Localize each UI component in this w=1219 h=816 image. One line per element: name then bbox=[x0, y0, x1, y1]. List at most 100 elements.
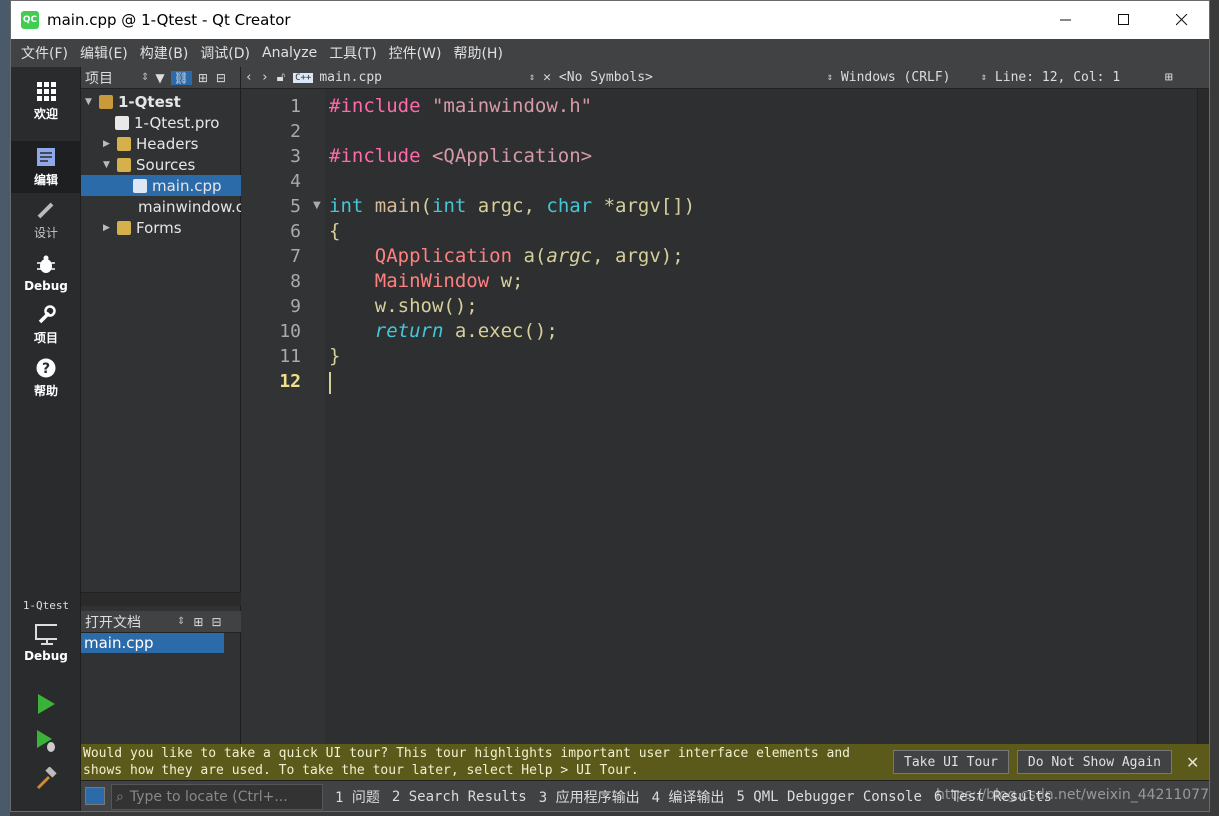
line-number: 11 bbox=[279, 346, 301, 367]
text-cursor bbox=[329, 372, 331, 394]
close-document-icon[interactable]: ✕ bbox=[539, 67, 555, 89]
tree-item-label: 1-Qtest bbox=[118, 92, 181, 111]
mode-help[interactable]: ? 帮助 bbox=[11, 352, 81, 404]
close-button[interactable] bbox=[1153, 1, 1209, 39]
pencil-icon bbox=[35, 199, 57, 221]
build-button[interactable] bbox=[11, 757, 81, 801]
tree-item-pro-file[interactable]: 1-Qtest.pro bbox=[81, 112, 241, 133]
mode-debug-label: Debug bbox=[24, 278, 68, 293]
code-editor[interactable]: #include "mainwindow.h" #include <QAppli… bbox=[325, 89, 1197, 744]
tree-item-label: 1-Qtest.pro bbox=[134, 113, 220, 132]
kit-selector[interactable]: Debug bbox=[11, 617, 81, 669]
output-tab-issues[interactable]: 1 问题 bbox=[335, 787, 380, 807]
output-tab-search-results[interactable]: 2 Search Results bbox=[392, 789, 527, 805]
cursor-position[interactable]: Line: 12, Col: 1 bbox=[991, 67, 1161, 89]
link-icon[interactable]: ⛓ bbox=[170, 70, 192, 85]
tree-item-label: Forms bbox=[136, 218, 182, 237]
do-not-show-again-button[interactable]: Do Not Show Again bbox=[1016, 750, 1172, 774]
code-line-10: return a.exec(); bbox=[329, 320, 558, 342]
project-tree: ▼ 1-Qtest 1-Qtest.pro ▶ Headers ▼ Source… bbox=[81, 89, 241, 594]
code-line-11: } bbox=[329, 345, 340, 367]
open-docs-title[interactable]: 打开文档 bbox=[81, 612, 177, 632]
infobar-close-icon[interactable]: ✕ bbox=[1186, 753, 1199, 772]
split-icon[interactable]: ⊞ bbox=[198, 71, 208, 85]
tree-item-main-cpp[interactable]: main.cpp bbox=[81, 175, 241, 196]
tree-item-headers[interactable]: ▶ Headers bbox=[81, 133, 241, 154]
line-number-gutter: 1 2 3 4 5 ▼ 6 7 8 9 10 11 12 bbox=[241, 89, 325, 744]
close-panel-icon[interactable]: ⊟ bbox=[211, 615, 221, 629]
fold-arrow-icon[interactable]: ▼ bbox=[313, 200, 321, 211]
menu-file[interactable]: 文件(F) bbox=[15, 43, 74, 63]
symbols-selector[interactable]: <No Symbols> ⇕ bbox=[555, 67, 837, 89]
mode-selector: 欢迎 编辑 设计 Debug 项目 ? 帮助 1-Qtest Debug bbox=[11, 67, 81, 811]
project-panel: 项目 ⇕ ▼ ⛓ ⊞ ⊟ ▼ 1-Qtest 1-Qtest.pro ▶ Hea… bbox=[81, 67, 241, 811]
mode-design[interactable]: 设计 bbox=[11, 194, 81, 246]
tree-item-sources[interactable]: ▼ Sources bbox=[81, 154, 241, 175]
menu-tools[interactable]: 工具(T) bbox=[323, 43, 382, 63]
title-bar: QC main.cpp @ 1-Qtest - Qt Creator bbox=[11, 1, 1209, 39]
tree-item-label: main.cpp bbox=[152, 176, 222, 195]
file-selector[interactable]: C++ main.cpp ⇕ bbox=[289, 67, 539, 89]
code-token: ( bbox=[420, 195, 432, 217]
tree-horizontal-scrollbar[interactable] bbox=[81, 592, 241, 606]
toggle-sidebar-icon[interactable] bbox=[85, 787, 105, 805]
output-tab-qml-debugger[interactable]: 5 QML Debugger Console bbox=[736, 789, 921, 805]
line-ending-selector[interactable]: Windows (CRLF) ⇕ bbox=[837, 67, 991, 89]
split-icon[interactable]: ⊞ bbox=[193, 615, 203, 629]
project-panel-toolbar: 项目 ⇕ ▼ ⛓ ⊞ ⊟ bbox=[81, 67, 240, 89]
line-number: 6 bbox=[290, 221, 301, 242]
open-doc-item[interactable]: main.cpp bbox=[81, 633, 224, 653]
forward-arrow-icon[interactable]: › bbox=[257, 67, 273, 89]
minimize-button[interactable] bbox=[1037, 1, 1095, 39]
take-ui-tour-button[interactable]: Take UI Tour bbox=[893, 750, 1009, 774]
back-arrow-icon[interactable]: ‹ bbox=[241, 67, 257, 89]
tree-item-forms[interactable]: ▶ Forms bbox=[81, 217, 241, 238]
code-token: a.exec(); bbox=[443, 320, 558, 342]
code-token: argc bbox=[546, 245, 593, 267]
code-token: int bbox=[432, 195, 467, 217]
mode-projects[interactable]: 项目 bbox=[11, 299, 81, 351]
line-number: 8 bbox=[290, 271, 301, 292]
menu-analyze[interactable]: Analyze bbox=[256, 45, 323, 61]
line-number: 1 bbox=[290, 96, 301, 117]
menu-controls[interactable]: 控件(W) bbox=[383, 43, 448, 63]
maximize-button[interactable] bbox=[1095, 1, 1153, 39]
collapse-arrow-icon: ▶ bbox=[103, 138, 110, 149]
grid-icon bbox=[35, 80, 57, 102]
run-icon bbox=[38, 694, 55, 714]
output-tab-application-output[interactable]: 3 应用程序输出 bbox=[539, 787, 640, 807]
tree-item-project[interactable]: ▼ 1-Qtest bbox=[81, 91, 241, 112]
mode-edit[interactable]: 编辑 bbox=[11, 141, 81, 193]
mode-welcome[interactable]: 欢迎 bbox=[11, 75, 81, 127]
code-token: argc, bbox=[466, 195, 547, 217]
code-token: int bbox=[329, 195, 364, 217]
locator-input[interactable]: ⌕ Type to locate (Ctrl+... bbox=[111, 784, 323, 810]
filter-icon[interactable]: ▼ bbox=[155, 71, 164, 85]
code-token: { bbox=[329, 220, 341, 242]
collapse-arrow-icon: ▶ bbox=[103, 222, 110, 233]
menu-debug[interactable]: 调试(D) bbox=[194, 43, 256, 63]
code-line-3: #include <QApplication> bbox=[329, 145, 592, 167]
qt-creator-logo-icon: QC bbox=[21, 11, 39, 29]
menu-build[interactable]: 构建(B) bbox=[134, 43, 195, 63]
expand-arrow-icon: ▼ bbox=[85, 96, 92, 107]
code-token: } bbox=[329, 345, 341, 367]
tree-item-mainwindow-cpp[interactable]: mainwindow.cpp bbox=[81, 196, 241, 217]
mode-debug[interactable]: Debug bbox=[11, 247, 81, 299]
code-line-1: #include "mainwindow.h" bbox=[329, 95, 592, 117]
panel-selector[interactable]: 项目 bbox=[81, 68, 141, 88]
lock-icon[interactable]: 🔓︎ bbox=[273, 67, 289, 89]
minimize-icon bbox=[1060, 19, 1071, 21]
mode-welcome-label: 欢迎 bbox=[33, 107, 58, 121]
tree-item-label: Headers bbox=[136, 134, 199, 153]
code-token: MainWindow bbox=[329, 270, 490, 292]
current-line-number: 12 bbox=[279, 371, 301, 392]
menu-help[interactable]: 帮助(H) bbox=[447, 43, 508, 63]
split-editor-icon[interactable]: ⊞ bbox=[1161, 67, 1177, 89]
menu-edit[interactable]: 编辑(E) bbox=[74, 43, 134, 63]
close-panel-icon[interactable]: ⊟ bbox=[216, 71, 226, 85]
window-title: main.cpp @ 1-Qtest - Qt Creator bbox=[47, 11, 291, 29]
line-number: 7 bbox=[290, 246, 301, 267]
editor-vertical-scrollbar[interactable] bbox=[1197, 89, 1209, 744]
output-tab-compile-output[interactable]: 4 编译输出 bbox=[652, 787, 725, 807]
